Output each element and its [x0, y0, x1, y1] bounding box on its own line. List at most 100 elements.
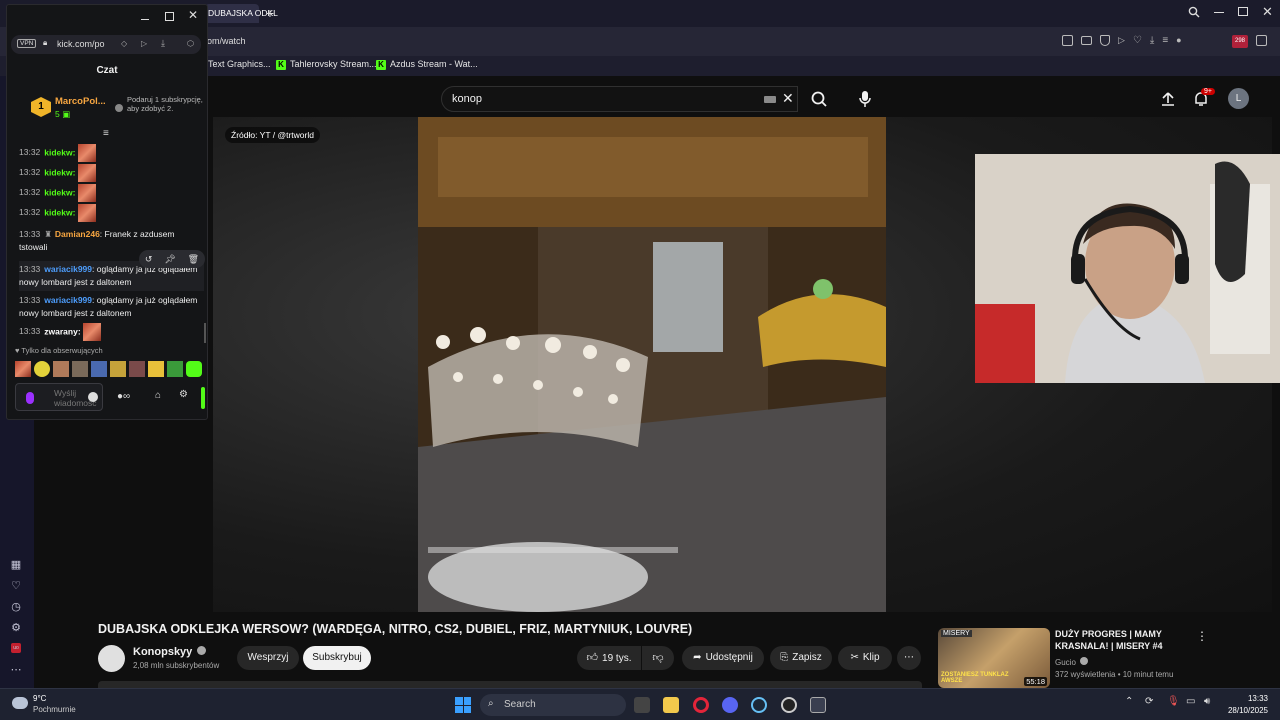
settings-gear-icon[interactable]: ⚙	[9, 621, 23, 635]
emoji-icon[interactable]	[88, 392, 98, 402]
top-gifter-name[interactable]: MarcoPol...	[55, 96, 106, 107]
address-bar[interactable]: om/watch	[205, 33, 1045, 50]
upload-icon[interactable]	[1160, 91, 1176, 107]
popup-close-icon[interactable]: ✕	[188, 8, 198, 22]
emote-option[interactable]	[15, 361, 31, 377]
recommended-title[interactable]: DUŻY PROGRES | MAMY KRASNALA! | MISERY #…	[1055, 628, 1185, 652]
message-username[interactable]: kidekw:	[44, 207, 75, 217]
message-username[interactable]: kidekw:	[44, 187, 75, 197]
keyboard-icon[interactable]	[764, 96, 776, 103]
search-button[interactable]	[801, 86, 839, 112]
weather-temperature[interactable]: 9°C	[33, 694, 46, 703]
play-icon[interactable]: ▷	[1118, 35, 1125, 49]
search-input[interactable]: konop ✕	[441, 86, 798, 112]
close-window-icon[interactable]: ✕	[1262, 4, 1273, 20]
recommended-thumbnail[interactable]: MISERY ZOSTANIESZ TUNKLAZ AWSZE 55:18	[938, 628, 1050, 688]
tray-chevron-icon[interactable]: ⌃	[1125, 696, 1133, 707]
message-username[interactable]: wariacik999	[44, 295, 92, 305]
search-tabs-icon[interactable]	[1188, 6, 1202, 20]
chat-settings-icon[interactable]: ⚙	[179, 389, 188, 400]
video-frame[interactable]	[418, 117, 886, 612]
menu-icon[interactable]: ≡	[1162, 35, 1168, 49]
restore-icon[interactable]	[1238, 7, 1248, 16]
new-tab-icon[interactable]: +	[262, 5, 278, 21]
shield-icon[interactable]	[1100, 35, 1110, 46]
support-button[interactable]: Wesprzyj	[237, 646, 299, 670]
chat-input[interactable]: Wyślij wiadomość	[15, 383, 103, 411]
emote-option[interactable]	[34, 361, 50, 377]
download-icon[interactable]: ⤓	[1150, 35, 1154, 49]
vpn-badge[interactable]: VPN	[17, 39, 37, 48]
emote-option[interactable]	[110, 361, 126, 377]
emote-option[interactable]	[53, 361, 69, 377]
pin-icon[interactable]: 📌︎	[164, 254, 175, 265]
store-icon[interactable]: ⌂	[155, 390, 161, 401]
voice-search-icon[interactable]	[857, 89, 873, 109]
recommended-channel[interactable]: Gucio	[1055, 657, 1089, 667]
active-tab[interactable]: DUBAJSKA ODKL	[205, 4, 278, 23]
discord-icon[interactable]	[722, 697, 738, 713]
channel-avatar[interactable]	[98, 645, 125, 672]
tray-mic-icon[interactable]: 🎙︎	[1167, 696, 1180, 707]
extension-badge[interactable]: 298	[1232, 35, 1248, 48]
extensions-icon[interactable]	[1256, 35, 1267, 46]
apps-grid-icon[interactable]: ▦	[9, 558, 23, 572]
notifications-bell-icon[interactable]: 9+	[1192, 88, 1215, 108]
emote-option[interactable]	[72, 361, 88, 377]
recommended-menu-icon[interactable]: ⋮	[1196, 629, 1208, 643]
popup-address-bar[interactable]: VPN 🔒︎ kick.com/po ◇ ▷ ⤓ ⬡	[11, 35, 201, 54]
history-clock-icon[interactable]: ◷	[9, 600, 23, 614]
points-icon[interactable]: ●∞	[117, 391, 130, 402]
popup-play-icon[interactable]: ▷	[141, 39, 147, 48]
channel-name[interactable]: Konopskyy	[133, 646, 207, 658]
popup-shield-icon[interactable]: ◇	[121, 39, 127, 48]
bookmark-tahlerovsky[interactable]: K Tahlerovsky Stream...	[276, 59, 377, 70]
avatar[interactable]: L	[1228, 88, 1249, 109]
obs-icon[interactable]	[781, 697, 797, 713]
message-username[interactable]: wariacik999	[44, 264, 92, 274]
popup-download-icon[interactable]: ⤓	[161, 38, 165, 49]
edit-icon[interactable]	[1062, 35, 1073, 46]
app-window-icon[interactable]	[810, 697, 826, 713]
tray-sync-icon[interactable]: ⟳	[1145, 696, 1153, 707]
ublock-icon[interactable]: uo	[11, 643, 21, 653]
mic-icon[interactable]	[26, 392, 34, 404]
emote-option[interactable]	[167, 361, 183, 377]
emote-option[interactable]	[148, 361, 164, 377]
bookmark-azdus[interactable]: K Azdus Stream - Wat...	[376, 59, 478, 70]
popup-extension-icon[interactable]: ⬡	[187, 39, 194, 48]
emote-option[interactable]	[186, 361, 202, 377]
message-username[interactable]: kidekw:	[44, 147, 75, 157]
tray-network-icon[interactable]: ▭	[1186, 696, 1195, 707]
message-username[interactable]: kidekw:	[44, 167, 75, 177]
bookmark-text-graphics[interactable]: Text Graphics...	[208, 59, 271, 69]
message-username[interactable]: Damian246	[55, 229, 100, 239]
clock-date[interactable]: 28/10/2025	[1222, 706, 1268, 715]
gift-sub-prompt[interactable]: Podaruj 1 subskrypcję, aby zdobyć 2.	[127, 95, 207, 113]
start-windows-icon[interactable]	[455, 697, 471, 713]
collapse-pinned-icon[interactable]: ≡	[103, 128, 109, 139]
clear-search-icon[interactable]: ✕	[782, 90, 794, 107]
more-actions-button[interactable]: ⋯	[897, 646, 921, 670]
chat-scrollbar[interactable]	[204, 323, 206, 343]
popup-maximize-icon[interactable]	[165, 12, 174, 21]
subscribe-button[interactable]: Subskrybuj	[303, 646, 371, 670]
minimize-icon[interactable]	[1214, 12, 1224, 13]
heart-icon[interactable]: ♡	[1133, 35, 1142, 49]
more-icon[interactable]: ⋯	[9, 663, 23, 677]
delete-icon[interactable]: 🗑︎	[188, 254, 199, 265]
favorites-heart-icon[interactable]: ♡	[9, 579, 23, 593]
taskbar-search[interactable]: ⌕ Search	[480, 694, 626, 716]
steam-icon[interactable]	[751, 697, 767, 713]
clock-time[interactable]: 13:33	[1226, 694, 1268, 703]
camera-icon[interactable]	[1081, 36, 1092, 45]
tray-volume-icon[interactable]: 🔊︎	[1204, 696, 1210, 707]
message-username[interactable]: zwarany:	[44, 326, 80, 336]
description-box[interactable]	[98, 681, 922, 688]
account-icon[interactable]: ●	[1176, 35, 1181, 49]
reply-icon[interactable]: ↺	[145, 254, 153, 265]
file-explorer-icon[interactable]	[663, 697, 679, 713]
save-button[interactable]: ⎘ Zapisz	[770, 646, 832, 670]
like-button[interactable]: 👍︎ 19 tys.	[577, 646, 641, 670]
dislike-button[interactable]: 👎︎	[642, 646, 674, 670]
